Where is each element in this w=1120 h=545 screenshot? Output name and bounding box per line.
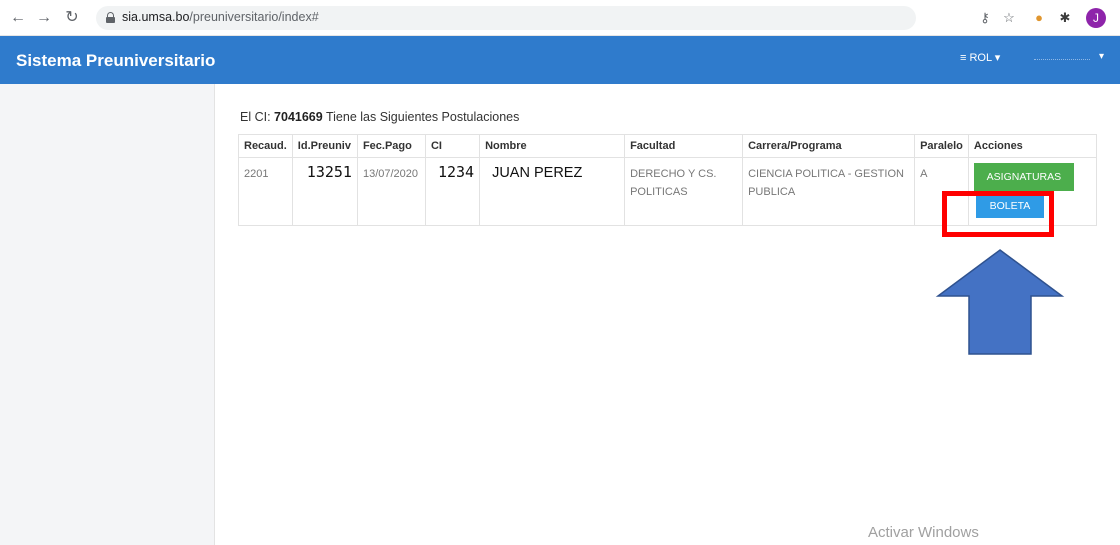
user-menu[interactable]: ▾ xyxy=(1030,49,1104,69)
cell-id-preuniv: 13251 xyxy=(291,157,358,226)
address-bar[interactable]: sia.umsa.bo/preuniversitario/index# xyxy=(96,6,916,30)
ci-number: 7041669 xyxy=(274,110,323,124)
app-header: Sistema Preuniversitario ≡ ROL ▾ ▾ xyxy=(0,36,1120,84)
column-header: Facultad xyxy=(624,134,744,158)
activation-watermark: Activar Windows xyxy=(868,524,979,541)
reload-icon[interactable]: ↻ xyxy=(62,8,82,28)
cell-ci: 1234 xyxy=(424,157,481,226)
ci-info-suffix: Tiene las Siguientes Postulaciones xyxy=(322,110,520,124)
user-name-placeholder xyxy=(1034,59,1090,60)
up-arrow-icon xyxy=(935,249,1065,355)
cell-recaud: 2201 xyxy=(238,157,293,226)
url-host: sia.umsa.bo xyxy=(122,10,190,24)
browser-toolbar: ← → ↻ sia.umsa.bo/preuniversitario/index… xyxy=(0,0,1120,36)
rol-menu[interactable]: ≡ ROL ▾ xyxy=(960,51,1000,64)
puzzle-extensions-icon[interactable]: ✱ xyxy=(1056,9,1074,27)
column-header: Fec.Pago xyxy=(356,134,426,158)
app-title: Sistema Preuniversitario xyxy=(16,51,216,70)
asignaturas-button[interactable]: ASIGNATURAS xyxy=(973,163,1074,191)
url-text: sia.umsa.bo/preuniversitario/index# xyxy=(122,10,319,24)
column-header: Paralelo xyxy=(914,134,969,158)
cookie-extension-icon[interactable]: ● xyxy=(1030,9,1048,27)
profile-avatar[interactable]: J xyxy=(1086,8,1106,28)
sidebar xyxy=(0,84,215,545)
column-header: CI xyxy=(424,134,481,158)
ci-info-line: El CI: 7041669 Tiene las Siguientes Post… xyxy=(240,110,519,124)
chevron-down-icon: ▾ xyxy=(1098,51,1104,62)
cell-facultad: DERECHO Y CS. POLITICAS xyxy=(624,157,744,226)
cell-carrera: CIENCIA POLITICA - GESTION PUBLICA xyxy=(742,157,916,226)
cell-fec-pago: 13/07/2020 xyxy=(356,157,426,226)
forward-icon[interactable]: → xyxy=(34,8,54,28)
back-icon[interactable]: ← xyxy=(8,8,28,28)
table-header-row: Recaud. Id.Preuniv Fec.Pago CI Nombre Fa… xyxy=(238,134,1097,158)
url-path: /preuniversitario/index# xyxy=(189,10,319,24)
column-header: Id.Preuniv xyxy=(291,134,358,158)
column-header: Recaud. xyxy=(238,134,293,158)
highlight-box xyxy=(942,191,1054,237)
column-header: Acciones xyxy=(967,134,1097,158)
lock-icon xyxy=(106,12,115,23)
cell-nombre: JUAN PEREZ xyxy=(479,157,626,226)
star-icon[interactable]: ☆ xyxy=(1000,9,1018,27)
column-header: Carrera/Programa xyxy=(742,134,916,158)
ci-info-prefix: El CI: xyxy=(240,110,275,124)
column-header: Nombre xyxy=(479,134,626,158)
key-icon[interactable]: ⚷ xyxy=(976,9,994,27)
